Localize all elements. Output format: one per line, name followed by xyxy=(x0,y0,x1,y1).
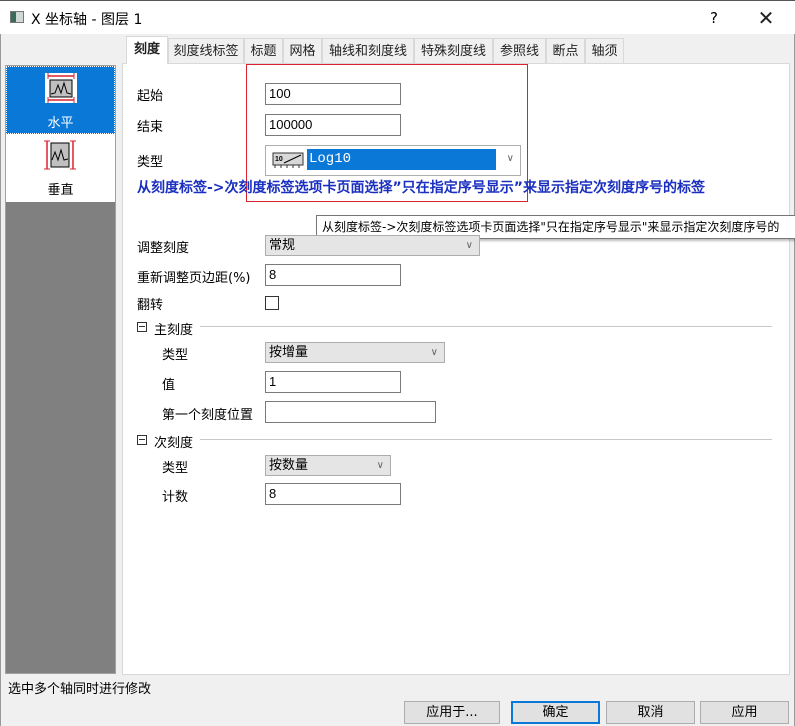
minor-count-label: 计数 xyxy=(162,490,189,505)
sidebar-item-label: 垂直 xyxy=(47,183,74,198)
chevron-down-icon: ∨ xyxy=(376,460,384,471)
tab-title[interactable]: 标题 xyxy=(244,38,283,63)
status-text: 选中多个轴同时进行修改 xyxy=(8,682,152,697)
first-tick-input[interactable] xyxy=(265,401,436,423)
major-ticks-group-label: 主刻度 xyxy=(154,323,194,338)
ok-button[interactable]: 确定 xyxy=(511,701,600,724)
tab-tick-labels[interactable]: 刻度线标签 xyxy=(168,38,244,63)
tab-grids[interactable]: 网格 xyxy=(283,38,322,63)
minor-type-select[interactable]: 按数量 ∨ xyxy=(265,455,391,476)
tab-axis-rug[interactable]: 轴须 xyxy=(585,38,624,63)
minor-type-value: 按数量 xyxy=(269,458,309,473)
help-button[interactable]: ? xyxy=(702,7,726,29)
group-divider xyxy=(200,439,772,440)
sidebar-item-horizontal[interactable]: 水平 xyxy=(6,66,115,134)
reverse-label: 翻转 xyxy=(137,298,164,313)
close-icon: ✕ xyxy=(757,6,775,30)
rescale-margin-input[interactable]: 8 xyxy=(265,264,401,286)
axis-list: 水平 垂直 xyxy=(5,65,116,674)
type-label: 类型 xyxy=(137,155,164,170)
vertical-axis-icon xyxy=(44,140,76,170)
rescale-margin-label: 重新调整页边距(%) xyxy=(137,271,251,286)
apply-button[interactable]: 应用 xyxy=(700,701,789,724)
tab-special-ticks[interactable]: 特殊刻度线 xyxy=(414,38,493,63)
collapse-icon[interactable] xyxy=(137,435,147,445)
tab-reference-lines[interactable]: 参照线 xyxy=(493,38,546,63)
app-icon xyxy=(10,11,24,23)
apply-to-button[interactable]: 应用于... xyxy=(404,701,500,724)
rescale-select[interactable]: 常规 ∨ xyxy=(265,235,480,256)
major-type-label: 类型 xyxy=(162,348,189,363)
minor-type-label: 类型 xyxy=(162,461,189,476)
chevron-down-icon: ∨ xyxy=(430,347,438,358)
rescale-label: 调整刻度 xyxy=(137,241,190,256)
first-tick-label: 第一个刻度位置 xyxy=(162,408,254,423)
major-type-value: 按增量 xyxy=(269,345,309,360)
to-label: 结束 xyxy=(137,120,164,135)
sidebar-item-vertical[interactable]: 垂直 xyxy=(6,134,115,202)
major-value-input[interactable]: 1 xyxy=(265,371,401,393)
from-label: 起始 xyxy=(137,89,164,104)
major-value-label: 值 xyxy=(162,378,176,393)
reverse-checkbox[interactable] xyxy=(265,296,279,310)
close-button[interactable]: ✕ xyxy=(752,5,780,31)
title-bar: X 坐标轴 - 图层 1 ? ✕ xyxy=(0,0,795,34)
window-title: X 坐标轴 - 图层 1 xyxy=(31,12,143,28)
tab-line-and-ticks[interactable]: 轴线和刻度线 xyxy=(322,38,414,63)
chevron-down-icon: ∨ xyxy=(465,240,473,251)
rescale-value: 常规 xyxy=(269,238,296,253)
group-divider xyxy=(200,326,772,327)
cancel-button[interactable]: 取消 xyxy=(606,701,695,724)
collapse-icon[interactable] xyxy=(137,322,147,332)
minor-count-input[interactable]: 8 xyxy=(265,483,401,505)
tab-breaks[interactable]: 断点 xyxy=(546,38,585,63)
minor-ticks-group-label: 次刻度 xyxy=(154,436,194,451)
tab-scale[interactable]: 刻度 xyxy=(126,36,168,64)
hint-text: 从刻度标签->次刻度标签选项卡页面选择”只在指定序号显示”来显示指定次刻度序号的… xyxy=(137,180,705,196)
horizontal-axis-icon xyxy=(45,73,77,103)
sidebar-item-label: 水平 xyxy=(47,116,74,131)
major-type-select[interactable]: 按增量 ∨ xyxy=(265,342,445,363)
